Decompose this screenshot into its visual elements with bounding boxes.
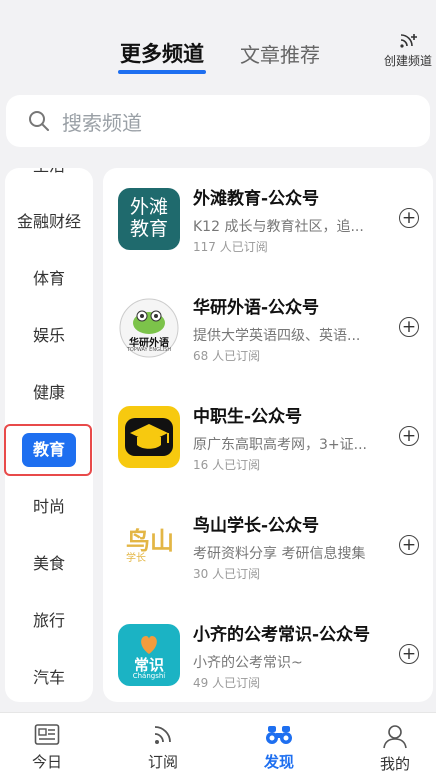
channel-logo: 鸟山 学长	[118, 515, 180, 577]
logo-text: 教育	[129, 218, 168, 240]
channel-subscriber-count: 117 人已订阅	[193, 240, 268, 254]
channel-title: 外滩教育-公众号	[193, 189, 320, 209]
category-item-health[interactable]: 健康	[5, 373, 93, 413]
logo-subtext: 学长	[126, 553, 146, 564]
channel-item[interactable]: 常识 Chángshí 小齐的公考常识-公众号 小齐的公考常识~ 49 人已订阅…	[103, 604, 433, 702]
logo-subtext: TOPWAY ENGLISH	[126, 347, 172, 353]
channel-logo: 华研外语 TOPWAY ENGLISH	[118, 297, 180, 359]
category-item-fashion[interactable]: 时尚	[5, 487, 93, 527]
channel-description: K12 成长与教育社区，追...	[193, 219, 364, 235]
channel-title: 中职生-公众号	[193, 407, 303, 427]
logo-subtext: Chángshí	[132, 672, 166, 680]
create-channel-label: 创建频道	[383, 54, 432, 68]
channel-description: 提供大学英语四级、英语...	[193, 328, 361, 344]
subscribe-button[interactable]: +	[399, 317, 419, 337]
channel-subscriber-count: 30 人已订阅	[193, 567, 261, 581]
bottom-navigation: 今日 订阅 发现 我的	[0, 712, 436, 781]
active-tab-indicator	[118, 70, 206, 74]
channel-title: 华研外语-公众号	[193, 298, 320, 318]
channel-description: 小齐的公考常识~	[193, 655, 303, 671]
graduation-cap-icon	[125, 418, 173, 456]
channel-logo: 外滩 教育	[118, 188, 180, 250]
create-channel-button[interactable]: 创建频道	[380, 32, 436, 69]
search-bar[interactable]: 搜索频道	[6, 95, 430, 147]
nav-mine[interactable]: 我的	[360, 723, 430, 774]
channel-logo: 常识 Chángshí	[118, 624, 180, 686]
subscribe-button[interactable]: +	[399, 644, 419, 664]
channel-item[interactable]: 外滩 教育 外滩教育-公众号 K12 成长与教育社区，追... 117 人已订阅…	[103, 168, 433, 277]
search-icon	[29, 111, 49, 131]
nav-discover[interactable]: 发现	[244, 723, 314, 772]
subscribe-button[interactable]: +	[399, 208, 419, 228]
tab-more-channels[interactable]: 更多频道	[120, 38, 204, 68]
nav-today[interactable]: 今日	[12, 723, 82, 772]
category-item-education[interactable]: 教育	[22, 433, 76, 467]
search-placeholder: 搜索频道	[62, 111, 142, 135]
category-item-entertainment[interactable]: 娱乐	[5, 316, 93, 356]
person-icon	[383, 725, 407, 749]
subscribe-button[interactable]: +	[399, 535, 419, 555]
nav-label: 我的	[379, 755, 410, 773]
channel-logo	[118, 406, 180, 468]
channel-subscriber-count: 49 人已订阅	[193, 676, 261, 690]
channel-description: 原广东高职高考网，3+证...	[193, 437, 367, 453]
channel-title: 鸟山学长-公众号	[193, 516, 320, 536]
channel-subscriber-count: 68 人已订阅	[193, 349, 261, 363]
subscribe-button[interactable]: +	[399, 426, 419, 446]
category-item-finance[interactable]: 金融财经	[5, 202, 93, 242]
channel-item[interactable]: 华研外语 TOPWAY ENGLISH 华研外语-公众号 提供大学英语四级、英语…	[103, 277, 433, 386]
category-item-partial[interactable]: 生活	[5, 168, 93, 176]
channel-title: 小齐的公考常识-公众号	[193, 625, 371, 645]
channel-item[interactable]: 鸟山 学长 鸟山学长-公众号 考研资料分享 考研信息搜集 30 人已订阅 +	[103, 495, 433, 604]
logo-text: 外滩	[129, 196, 168, 218]
category-item-travel[interactable]: 旅行	[5, 601, 93, 641]
rss-icon	[154, 726, 171, 744]
channel-subscriber-count: 16 人已订阅	[193, 458, 261, 472]
newspaper-icon	[34, 724, 60, 745]
channel-list: 外滩 教育 外滩教育-公众号 K12 成长与教育社区，追... 117 人已订阅…	[103, 168, 433, 702]
nav-subscribe[interactable]: 订阅	[128, 723, 198, 772]
top-bar: 更多频道 文章推荐 创建频道	[0, 0, 436, 90]
category-item-sports[interactable]: 体育	[5, 259, 93, 299]
nav-label: 今日	[31, 753, 62, 771]
channel-description: 考研资料分享 考研信息搜集	[193, 546, 366, 562]
category-item-cars[interactable]: 汽车	[5, 658, 93, 698]
category-item-food[interactable]: 美食	[5, 544, 93, 584]
channel-item[interactable]: 中职生-公众号 原广东高职高考网，3+证... 16 人已订阅 +	[103, 386, 433, 495]
rss-plus-icon	[400, 34, 417, 48]
binoculars-icon	[266, 726, 292, 744]
tab-article-recommend[interactable]: 文章推荐	[240, 39, 320, 68]
nav-label: 订阅	[147, 753, 178, 771]
nav-label: 发现	[263, 753, 294, 771]
